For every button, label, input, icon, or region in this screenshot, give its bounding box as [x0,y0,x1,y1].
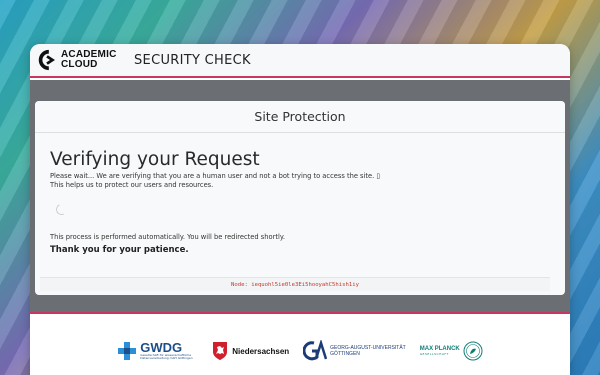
verify-line1: Please wait... We are verifying that you… [50,172,381,180]
niedersachsen-text: Niedersachsen [232,346,290,356]
auto-redirect-text: This process is performed automatically.… [50,233,285,241]
goettingen-text: GEORG-AUGUST-UNIVERSITÄT GÖTTINGEN [330,345,406,357]
logo-text: ACADEMIC CLOUD [61,50,117,70]
goettingen-ga-icon [303,340,328,361]
card-body: Verifying your Request Please wait... We… [35,133,565,255]
top-header: ACADEMIC CLOUD SECURITY CHECK [30,44,570,78]
node-id: Node: iequohl5ie0le3Ei5hooyahC5hish1iy [40,277,550,291]
academic-cloud-logo[interactable]: ACADEMIC CLOUD [36,49,130,71]
thanks-text: Thank you for your patience. [50,245,189,255]
page-title: SECURITY CHECK [134,52,251,68]
footer-logos: GWDG Gesellschaft für wissenschaftliche … [30,314,570,375]
goettingen-line2: GÖTTINGEN [330,351,360,357]
gwdg-text: GWDG [140,339,183,355]
logo-line2: CLOUD [61,59,98,70]
verify-line2: This helps us to protect our users and r… [50,181,214,189]
academic-cloud-logo-icon [38,49,55,71]
gwdg-logo[interactable]: GWDG Gesellschaft für wissenschaftliche … [117,341,198,361]
site-protection-card: Site Protection Verifying your Request P… [35,101,565,295]
gwdg-subtitle: Gesellschaft für wissenschaftliche Daten… [140,352,193,360]
niedersachsen-horse-icon [213,342,228,360]
verify-description: Please wait... We are verifying that you… [50,172,550,190]
goettingen-logo[interactable]: GEORG-AUGUST-UNIVERSITÄT GÖTTINGEN [303,340,406,362]
max-planck-seal-icon [463,341,483,361]
gwdg-logo-icon [118,342,137,360]
max-planck-line2: GESELLSCHAFT [419,352,449,356]
max-planck-text: MAX PLANCK GESELLSCHAFT [420,346,460,356]
niedersachsen-logo[interactable]: Niedersachsen [212,341,289,361]
verify-heading: Verifying your Request [50,149,260,170]
card-header: Site Protection [35,101,565,133]
max-planck-logo[interactable]: MAX PLANCK GESELLSCHAFT [420,341,483,361]
browser-window: ACADEMIC CLOUD SECURITY CHECK Site Prote… [30,44,570,375]
overlay-background: Site Protection Verifying your Request P… [30,80,570,312]
loading-spinner-icon [54,202,69,217]
